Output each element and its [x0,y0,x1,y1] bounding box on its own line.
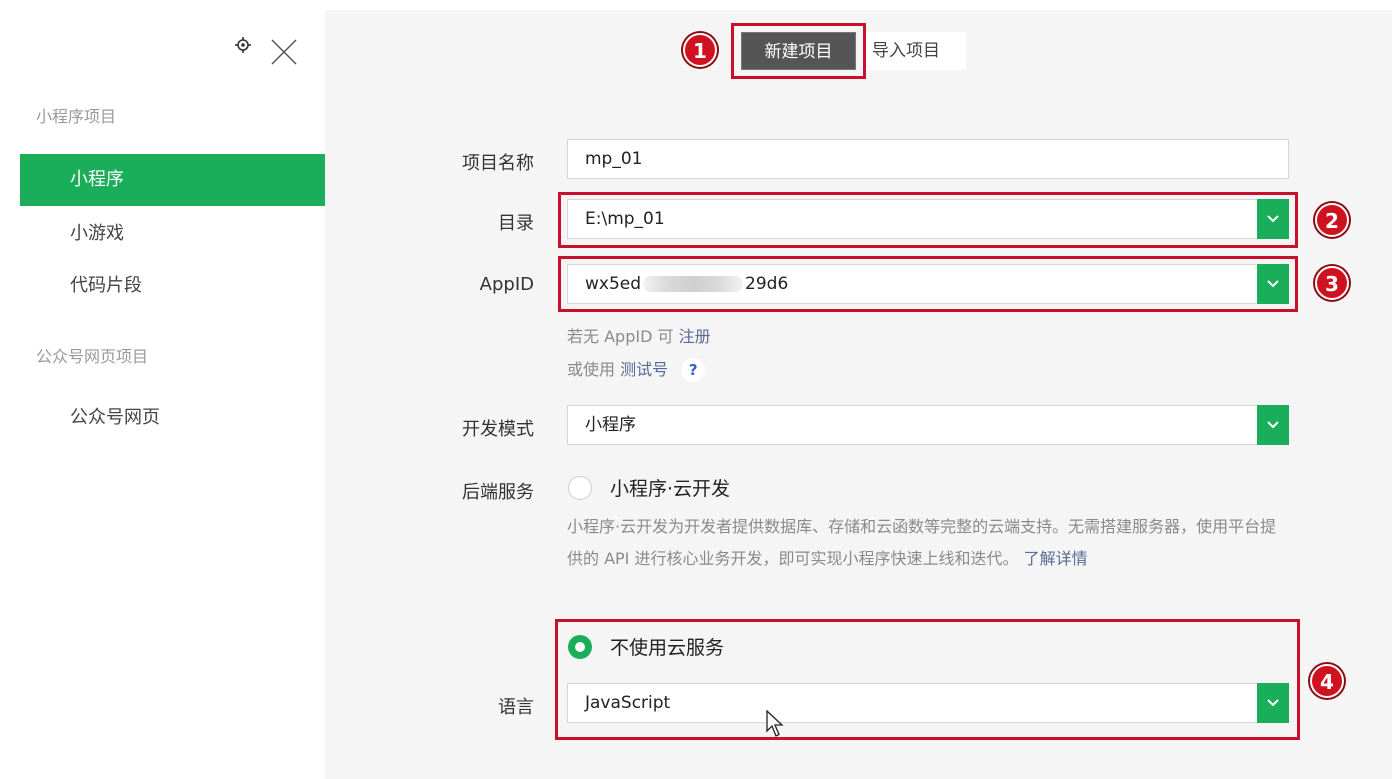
language-label: 语言 [498,697,534,718]
backend-label: 后端服务 [462,482,534,503]
learn-more-link[interactable]: 了解详情 [1024,549,1088,568]
chevron-down-icon[interactable] [1257,264,1289,304]
top-strip [0,0,1392,10]
cloud-option-label[interactable]: 小程序·云开发 [610,474,730,501]
appid-hint-text: 若无 AppID 可 [567,327,674,346]
appid-blur [643,276,744,292]
language-select[interactable]: JavaScript [567,683,1289,723]
dev-mode-value: 小程序 [585,415,636,435]
appid-value-end: 29d6 [745,274,789,294]
cloud-description: 小程序·云开发为开发者提供数据库、存储和云函数等完整的云端支持。无需搭建服务器，… [567,511,1292,575]
dev-mode-label: 开发模式 [462,419,534,440]
sidebar: 小程序项目 小程序 小游戏 代码片段 公众号网页项目 公众号网页 [0,10,325,779]
sidebar-item-miniprogram[interactable]: 小程序 [20,154,325,206]
section-title-miniprogram: 小程序项目 [36,107,117,126]
no-cloud-option-label[interactable]: 不使用云服务 [610,633,724,660]
chevron-down-icon[interactable] [1257,683,1289,723]
help-icon[interactable]: ? [681,358,706,382]
dev-mode-select[interactable]: 小程序 [567,405,1289,445]
test-account-link[interactable]: 测试号 [620,360,668,379]
directory-value: E:\mp_01 [585,209,665,229]
tab-import-project[interactable]: 导入项目 [862,32,966,70]
sidebar-item-code-snippet[interactable]: 代码片段 [20,260,325,312]
language-value: JavaScript [585,693,671,713]
project-name-label: 项目名称 [462,153,534,174]
annotation-badge-2: 2 [1315,203,1349,237]
appid-value-start: wx5ed [585,274,642,294]
chevron-down-icon[interactable] [1257,405,1289,445]
appid-label: AppID [479,274,534,295]
appid-hint-line2: 或使用 测试号 ? [567,356,706,382]
test-account-text: 或使用 [567,360,616,379]
cloud-description-text: 小程序·云开发为开发者提供数据库、存储和云函数等完整的云端支持。无需搭建服务器，… [567,517,1277,568]
sidebar-item-official-webpage[interactable]: 公众号网页 [20,392,325,444]
sidebar-item-minigame[interactable]: 小游戏 [20,208,325,260]
annotation-badge-3: 3 [1315,266,1349,300]
appid-hint-line1: 若无 AppID 可 注册 [567,323,711,347]
chevron-down-icon[interactable] [1257,199,1289,239]
annotation-badge-1: 1 [683,33,717,67]
cloud-radio[interactable] [568,476,592,500]
tab-new-project[interactable]: 新建项目 [741,32,856,70]
mouse-cursor-icon [766,709,784,737]
gear-icon[interactable] [233,35,253,55]
directory-select[interactable]: E:\mp_01 [567,199,1289,239]
annotation-badge-4: 4 [1310,664,1344,698]
project-name-input[interactable]: mp_01 [567,139,1289,179]
close-icon[interactable] [270,38,298,66]
section-title-webpage: 公众号网页项目 [36,347,149,366]
no-cloud-radio[interactable] [568,635,592,659]
main-panel [325,10,1392,779]
directory-label: 目录 [498,213,534,234]
register-link[interactable]: 注册 [679,327,711,346]
appid-select[interactable]: wx5ed 29d6 [567,264,1289,304]
